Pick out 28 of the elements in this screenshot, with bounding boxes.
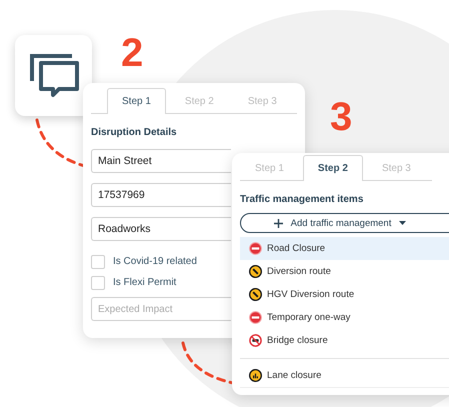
checkbox[interactable]	[91, 276, 105, 290]
text-field[interactable]: Main Street	[91, 149, 231, 173]
add-traffic-button[interactable]: Add traffic management	[240, 213, 449, 233]
no-entry-icon	[249, 311, 262, 324]
step-tab[interactable]: Step 2	[302, 155, 363, 181]
checkbox-label: Is Flexi Permit	[113, 277, 176, 288]
section-heading: Traffic management items	[240, 194, 364, 205]
diversion-sign-icon	[249, 265, 262, 278]
traffic-item[interactable]: HGV Diversion route	[240, 283, 449, 306]
traffic-item[interactable]: Lane closure	[240, 364, 449, 387]
text-field[interactable]: 17537969	[91, 183, 231, 207]
traffic-item[interactable]: Road Closure	[240, 237, 449, 260]
checkbox[interactable]	[91, 254, 105, 268]
traffic-item[interactable]: Bridge closure	[240, 329, 449, 352]
traffic-item[interactable]: Temporary one-way	[240, 306, 449, 329]
no-vehicles-icon	[249, 334, 262, 347]
step-number: 3	[330, 97, 352, 137]
step-number: 2	[121, 33, 144, 73]
checkbox-label: Is Covid-19 related	[113, 256, 197, 267]
step-tab[interactable]: Step 1	[107, 88, 166, 114]
traffic-item[interactable]: Diversion route	[240, 260, 449, 283]
text-field[interactable]: Roadworks	[91, 217, 231, 241]
section-heading: Disruption Details	[91, 127, 178, 138]
no-entry-icon	[249, 242, 262, 255]
diversion-sign-icon	[249, 288, 262, 301]
lane-sign-icon	[249, 369, 262, 382]
caret-icon	[399, 221, 406, 225]
plus-icon	[274, 218, 283, 228]
